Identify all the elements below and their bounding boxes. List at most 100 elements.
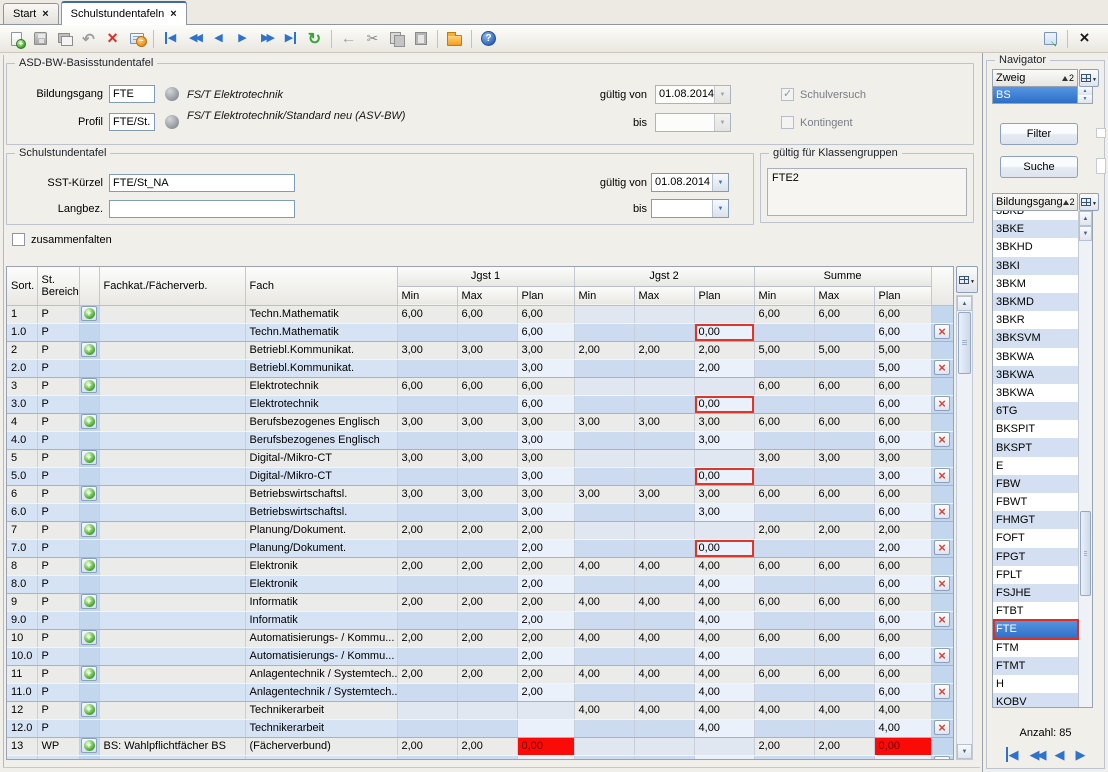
cell-value[interactable]: [397, 503, 457, 521]
cell-value[interactable]: 6,00: [874, 431, 931, 449]
expand-row-button[interactable]: [81, 342, 97, 357]
nav-forward-button[interactable]: [231, 28, 254, 50]
cell-value[interactable]: 2,00: [634, 341, 694, 359]
cell-value[interactable]: [634, 611, 694, 629]
nav-fast-forward-button[interactable]: [255, 28, 278, 50]
cell-value[interactable]: [634, 647, 694, 665]
cell-value[interactable]: [574, 647, 634, 665]
cell-value[interactable]: 3,00: [574, 485, 634, 503]
cell-value[interactable]: 4,00: [694, 629, 754, 647]
expand-row-button[interactable]: [81, 486, 97, 501]
cell-value[interactable]: [397, 395, 457, 413]
cell-value[interactable]: 4,00: [634, 557, 694, 575]
bildungsgang-list-item[interactable]: 3BKB: [993, 211, 1078, 220]
tab-schulstundentafeln[interactable]: Schulstundentafeln: [61, 1, 187, 25]
cell-value[interactable]: 3,00: [517, 485, 574, 503]
cell-value[interactable]: 6,00: [754, 557, 814, 575]
delete-row-button[interactable]: [934, 540, 950, 555]
cell-value[interactable]: [457, 647, 517, 665]
cell-value[interactable]: [574, 377, 634, 395]
cell-value[interactable]: 4,00: [874, 701, 931, 719]
bildungsgang-list-item[interactable]: FTE: [993, 620, 1078, 638]
cell-value[interactable]: 3,00: [517, 431, 574, 449]
delete-row-button[interactable]: [934, 324, 950, 339]
cell-value[interactable]: 2,00: [517, 629, 574, 647]
cell-value[interactable]: [517, 719, 574, 737]
bildungsgang-list-item[interactable]: FPLT: [993, 566, 1078, 584]
cell-value[interactable]: 6,00: [874, 575, 931, 593]
cell-value[interactable]: 6,00: [754, 629, 814, 647]
cell-value[interactable]: 3,00: [397, 485, 457, 503]
nav-fast-back-button[interactable]: [1030, 747, 1044, 763]
cell-value[interactable]: 4,00: [634, 665, 694, 683]
cell-value[interactable]: [574, 611, 634, 629]
cell-value[interactable]: [634, 683, 694, 701]
cell-value[interactable]: [457, 575, 517, 593]
expand-row-button[interactable]: [81, 738, 97, 753]
cell-value[interactable]: [457, 323, 517, 341]
bildungsgang-list-item[interactable]: 3BKE: [993, 220, 1078, 238]
bildungsgang-list-item[interactable]: FTBT: [993, 602, 1078, 620]
cell-value[interactable]: [634, 323, 694, 341]
cell-value[interactable]: 4,00: [694, 593, 754, 611]
cell-value[interactable]: 6,00: [517, 377, 574, 395]
cell-value[interactable]: [754, 647, 814, 665]
tab-close-icon[interactable]: [170, 8, 176, 20]
cell-value[interactable]: [397, 683, 457, 701]
bildungsgang-list-item[interactable]: FHMGT: [993, 511, 1078, 529]
bildungsgang-list-item[interactable]: FOFT: [993, 529, 1078, 547]
duplicate-button[interactable]: [53, 28, 76, 50]
cell-value[interactable]: 6,00: [814, 413, 874, 431]
cell-value[interactable]: 2,00: [874, 521, 931, 539]
cell-value[interactable]: [814, 503, 874, 521]
cell-value[interactable]: 4,00: [694, 665, 754, 683]
cell-value[interactable]: 2,00: [457, 737, 517, 755]
cell-value[interactable]: 3,00: [397, 413, 457, 431]
bildungsgang-list-item[interactable]: KOBV: [993, 693, 1078, 708]
cell-value[interactable]: 2,00: [397, 557, 457, 575]
cell-value[interactable]: [574, 575, 634, 593]
cell-value[interactable]: [634, 719, 694, 737]
cell-value[interactable]: 6,00: [874, 683, 931, 701]
cell-value[interactable]: 5,00: [814, 341, 874, 359]
cell-value[interactable]: 4,00: [694, 575, 754, 593]
bildungsgang-list-item[interactable]: 3BKWA: [993, 366, 1078, 384]
expand-row-button[interactable]: [81, 450, 97, 465]
cell-value[interactable]: 3,00: [517, 467, 574, 485]
bildungsgang-list-item[interactable]: FTM: [993, 639, 1078, 657]
cell-value[interactable]: [634, 467, 694, 485]
bildungsgang-list-item[interactable]: 3BKWA: [993, 348, 1078, 366]
cell-value[interactable]: 3,00: [874, 467, 931, 485]
cell-value[interactable]: 6,00: [814, 557, 874, 575]
cell-value[interactable]: 2,00: [457, 521, 517, 539]
table-row[interactable]: 2.0PBetriebl.Kommunikat.3,002,005,00: [7, 359, 953, 377]
dropdown-arrow-icon[interactable]: [712, 200, 728, 217]
cell-value[interactable]: 5,00: [874, 359, 931, 377]
cell-value[interactable]: [574, 719, 634, 737]
cell-value[interactable]: [634, 737, 694, 755]
bildungsgang-list-item[interactable]: 3BKM: [993, 275, 1078, 293]
cell-value[interactable]: 4,00: [694, 647, 754, 665]
cell-value[interactable]: 3,00: [634, 485, 694, 503]
cell-value[interactable]: 4,00: [694, 683, 754, 701]
cell-value[interactable]: 6,00: [457, 377, 517, 395]
cell-value[interactable]: [517, 755, 574, 760]
cell-value[interactable]: [574, 395, 634, 413]
cell-value[interactable]: [634, 521, 694, 539]
cell-value[interactable]: 3,00: [397, 341, 457, 359]
scroll-up-button[interactable]: [1079, 211, 1092, 226]
bildungsgang-list-item[interactable]: FBW: [993, 475, 1078, 493]
cell-value[interactable]: 2,00: [874, 539, 931, 557]
cell-value[interactable]: 6,00: [814, 305, 874, 323]
cell-value[interactable]: 3,00: [574, 413, 634, 431]
bis-select[interactable]: [651, 199, 729, 218]
cell-value[interactable]: [457, 467, 517, 485]
refresh-button[interactable]: [303, 28, 326, 50]
bildungsgang-list-item[interactable]: 3BKI: [993, 257, 1078, 275]
cell-value[interactable]: [574, 521, 634, 539]
cell-value[interactable]: 6,00: [874, 485, 931, 503]
cell-value[interactable]: [574, 539, 634, 557]
table-vertical-scrollbar[interactable]: [956, 295, 973, 760]
column-header-plan[interactable]: Plan: [694, 286, 754, 305]
nav-back-button[interactable]: [207, 28, 230, 50]
